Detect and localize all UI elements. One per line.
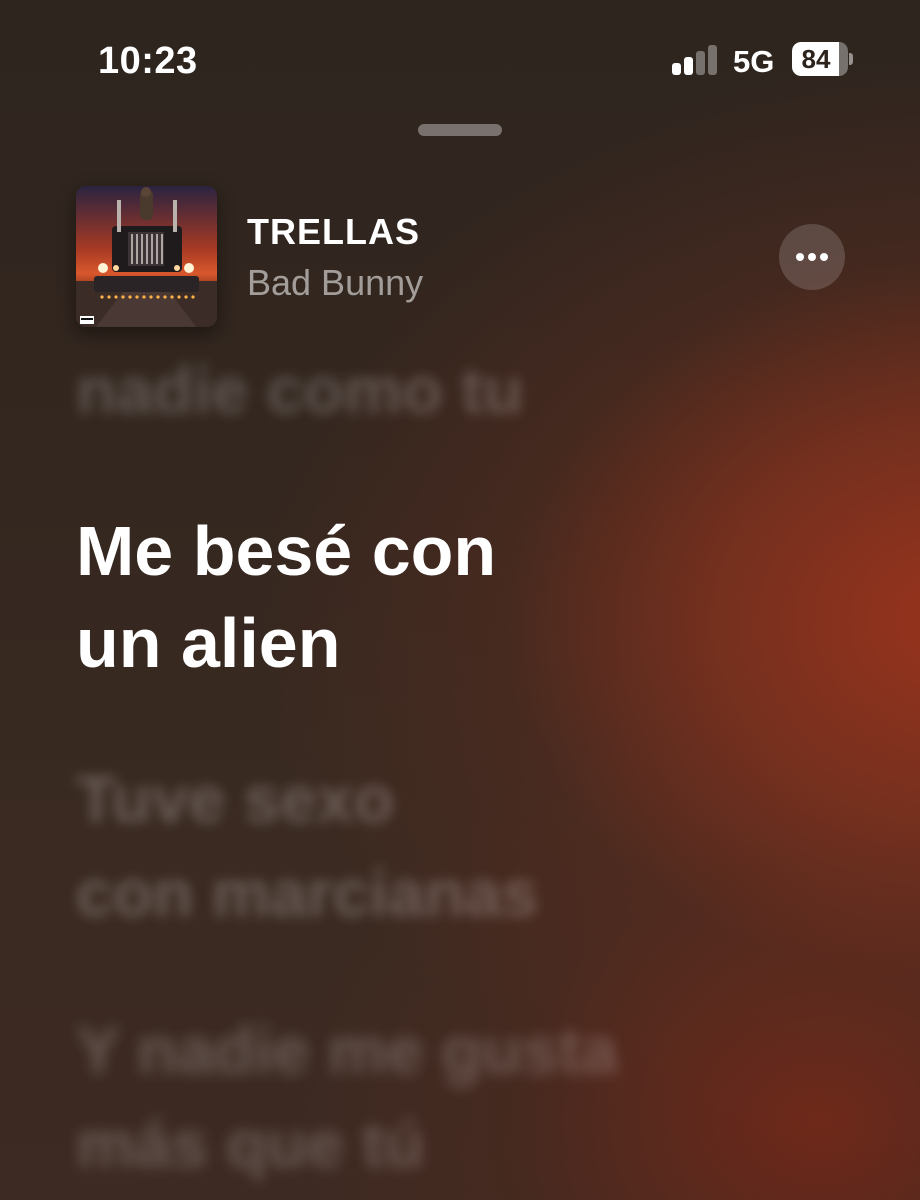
lyric-line-previous[interactable]: nadie como tu [76, 352, 836, 428]
status-bar: 10:23 5G 84 [0, 0, 920, 110]
battery-icon: 84 [792, 42, 853, 76]
cellular-signal-icon [672, 45, 720, 75]
lyric-line-current[interactable]: Me besé con un alien [76, 505, 836, 689]
ellipsis-icon [796, 253, 828, 261]
album-artwork-truck-icon [76, 186, 217, 327]
more-options-button[interactable] [779, 224, 845, 290]
signal-bar [708, 45, 717, 75]
network-type-label: 5G [733, 44, 775, 79]
signal-bar [672, 63, 681, 75]
battery-tip [849, 53, 853, 65]
battery-level-text: 84 [801, 44, 831, 74]
lyric-line-next[interactable]: Tuve sexo con marcianas [76, 752, 836, 940]
artist-name[interactable]: Bad Bunny [247, 262, 423, 304]
album-artwork[interactable] [76, 186, 217, 327]
lyrics-screen: 10:23 5G 84 TRELLAS Bad Bunny nadie como… [0, 0, 920, 1200]
battery-body: 84 [792, 42, 848, 76]
signal-bar [696, 51, 705, 75]
lyric-line-next[interactable]: Y nadie me gusta más que tú [76, 1003, 836, 1191]
signal-bar [684, 57, 693, 75]
status-time: 10:23 [98, 40, 198, 82]
song-title[interactable]: TRELLAS [247, 211, 420, 253]
sheet-grabber[interactable] [418, 124, 502, 136]
